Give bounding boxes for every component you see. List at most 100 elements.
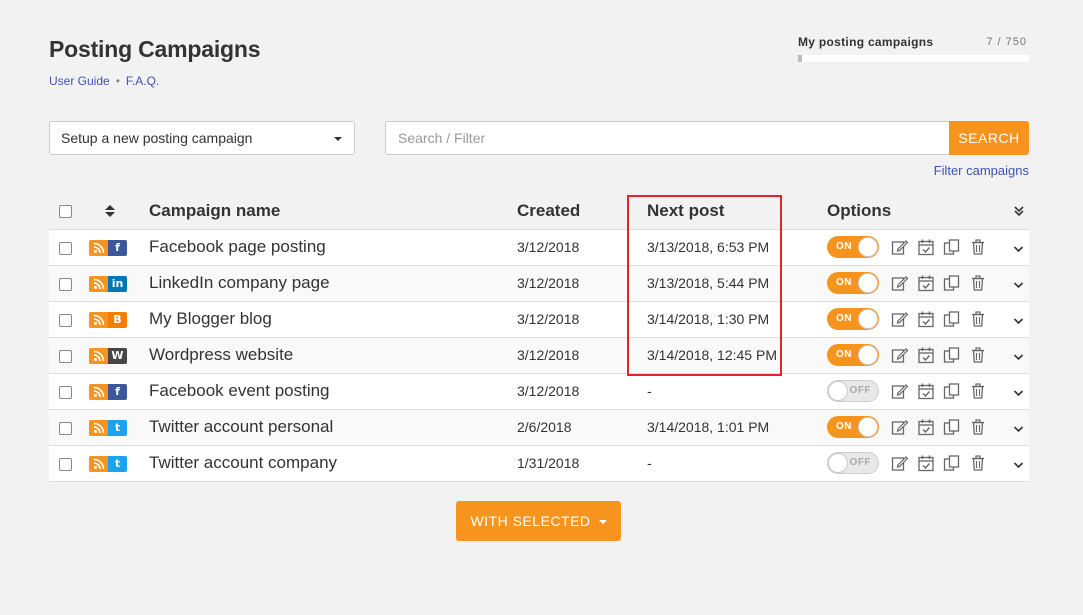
toggle-knob (858, 417, 878, 437)
network-cell: f (81, 229, 149, 266)
header-next-post[interactable]: Next post (637, 193, 827, 230)
search-button[interactable]: SEARCH (949, 121, 1029, 155)
filter-campaigns-link[interactable]: Filter campaigns (934, 163, 1029, 178)
row-checkbox[interactable] (59, 277, 72, 291)
row-checkbox[interactable] (59, 385, 72, 399)
schedule-calendar-icon[interactable] (917, 454, 935, 472)
toggle-knob (858, 237, 878, 257)
options-cell: OFF (827, 445, 1013, 482)
duplicate-icon[interactable] (943, 238, 961, 256)
chevron-down-icon[interactable] (1013, 312, 1024, 328)
expand-all-icon[interactable] (1013, 205, 1025, 217)
faq-link[interactable]: F.A.Q. (126, 74, 159, 88)
campaign-active-toggle[interactable]: OFF (827, 452, 879, 474)
delete-trash-icon[interactable] (969, 274, 987, 292)
next-post-date: 3/14/2018, 1:30 PM (637, 301, 827, 338)
delete-trash-icon[interactable] (969, 418, 987, 436)
edit-icon[interactable] (891, 382, 909, 400)
row-expand-cell (1013, 373, 1029, 410)
duplicate-icon[interactable] (943, 274, 961, 292)
campaign-active-toggle[interactable]: ON (827, 272, 879, 294)
row-checkbox[interactable] (59, 457, 72, 471)
duplicate-icon[interactable] (943, 382, 961, 400)
campaign-active-toggle[interactable]: ON (827, 416, 879, 438)
row-checkbox[interactable] (59, 313, 72, 327)
duplicate-icon[interactable] (943, 346, 961, 364)
schedule-calendar-icon[interactable] (917, 382, 935, 400)
row-checkbox[interactable] (59, 349, 72, 363)
header-created[interactable]: Created (517, 193, 637, 230)
chevron-down-icon[interactable] (1013, 384, 1024, 400)
caret-down-icon (334, 137, 342, 141)
campaign-name[interactable]: Facebook page posting (149, 229, 517, 266)
table-header-row: Campaign name Created Next post Options (49, 193, 1029, 230)
campaign-name[interactable]: Facebook event posting (149, 373, 517, 410)
table-row[interactable]: W Wordpress website 3/12/2018 3/14/2018, 12… (49, 337, 1029, 374)
new-campaign-select[interactable]: Setup a new posting campaign (49, 121, 355, 155)
table-row[interactable]: t Twitter account company 1/31/2018- OFF (49, 445, 1029, 482)
delete-trash-icon[interactable] (969, 454, 987, 472)
campaign-active-toggle[interactable]: OFF (827, 380, 879, 402)
edit-icon[interactable] (891, 346, 909, 364)
row-select-cell (49, 373, 81, 410)
edit-icon[interactable] (891, 274, 909, 292)
schedule-calendar-icon[interactable] (917, 238, 935, 256)
select-all-cell (49, 193, 81, 230)
chevron-down-icon[interactable] (1013, 420, 1024, 436)
schedule-calendar-icon[interactable] (917, 346, 935, 364)
rss-icon (89, 455, 108, 472)
schedule-calendar-icon[interactable] (917, 274, 935, 292)
sort-icon[interactable] (105, 205, 115, 218)
duplicate-icon[interactable] (943, 454, 961, 472)
row-select-cell (49, 409, 81, 446)
select-all-checkbox[interactable] (59, 204, 72, 218)
duplicate-icon[interactable] (943, 418, 961, 436)
table-row[interactable]: f Facebook event posting 3/12/2018- OFF (49, 373, 1029, 410)
delete-trash-icon[interactable] (969, 310, 987, 328)
delete-trash-icon[interactable] (969, 346, 987, 364)
search-input[interactable] (385, 121, 949, 155)
chevron-down-icon[interactable] (1013, 276, 1024, 292)
campaign-active-toggle[interactable]: ON (827, 344, 879, 366)
campaign-name[interactable]: Wordpress website (149, 337, 517, 374)
edit-icon[interactable] (891, 310, 909, 328)
table-row[interactable]: in LinkedIn company page 3/12/2018 3/13/201… (49, 265, 1029, 302)
row-select-cell (49, 337, 81, 374)
row-checkbox[interactable] (59, 421, 72, 435)
schedule-calendar-icon[interactable] (917, 418, 935, 436)
table-row[interactable]: B My Blogger blog 3/12/2018 3/14/2018, 1:30… (49, 301, 1029, 338)
delete-trash-icon[interactable] (969, 238, 987, 256)
row-select-cell (49, 301, 81, 338)
row-checkbox[interactable] (59, 241, 72, 255)
table-row[interactable]: t Twitter account personal 2/6/2018 3/14/20… (49, 409, 1029, 446)
edit-icon[interactable] (891, 238, 909, 256)
campaign-name[interactable]: My Blogger blog (149, 301, 517, 338)
row-expand-cell (1013, 337, 1029, 374)
campaign-active-toggle[interactable]: ON (827, 308, 879, 330)
header-campaign-name[interactable]: Campaign name (149, 193, 517, 230)
edit-icon[interactable] (891, 418, 909, 436)
chevron-down-icon[interactable] (1013, 348, 1024, 364)
with-selected-button[interactable]: WITH SELECTED (456, 501, 621, 541)
campaign-name[interactable]: Twitter account company (149, 445, 517, 482)
chevron-down-icon[interactable] (1013, 240, 1024, 256)
facebook-icon: f (108, 239, 127, 256)
edit-icon[interactable] (891, 454, 909, 472)
schedule-calendar-icon[interactable] (917, 310, 935, 328)
twitter-network-icon: t (89, 455, 127, 472)
next-post-date: 3/14/2018, 12:45 PM (637, 337, 827, 374)
toggle-label: ON (836, 421, 852, 432)
toggle-knob (858, 309, 878, 329)
table-row[interactable]: f Facebook page posting 3/12/2018 3/13/2018… (49, 229, 1029, 266)
campaign-active-toggle[interactable]: ON (827, 236, 879, 258)
delete-trash-icon[interactable] (969, 382, 987, 400)
chevron-down-icon[interactable] (1013, 456, 1024, 472)
campaign-name[interactable]: Twitter account personal (149, 409, 517, 446)
created-date: 3/12/2018 (517, 229, 637, 266)
duplicate-icon[interactable] (943, 310, 961, 328)
user-guide-link[interactable]: User Guide (49, 74, 110, 88)
page-title: Posting Campaigns (49, 36, 261, 62)
sort-cell (81, 193, 149, 230)
campaign-name[interactable]: LinkedIn company page (149, 265, 517, 302)
options-cell: OFF (827, 373, 1013, 410)
